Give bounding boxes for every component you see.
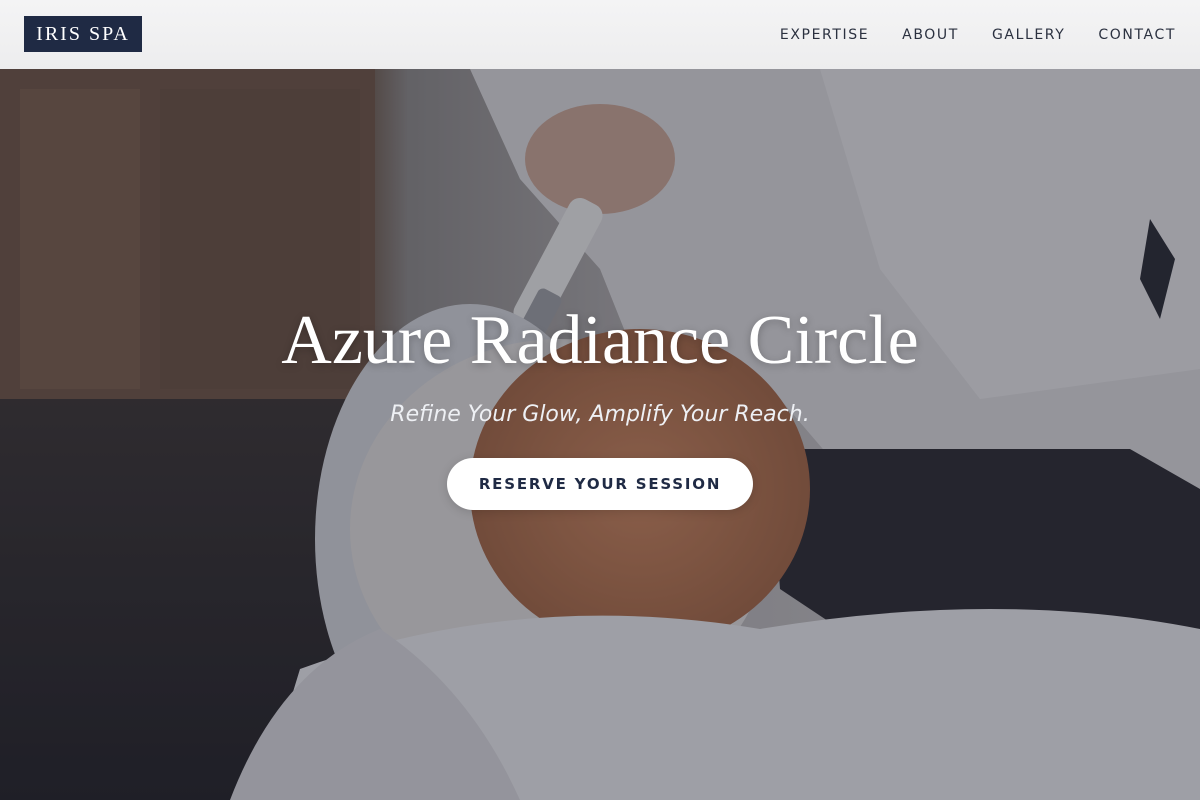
hero-subtitle: Refine Your Glow, Amplify Your Reach.: [390, 402, 810, 427]
main-nav: EXPERTISE ABOUT GALLERY CONTACT: [780, 0, 1176, 69]
logo[interactable]: IRIS SPA: [24, 16, 142, 52]
reserve-session-button[interactable]: RESERVE YOUR SESSION: [447, 458, 753, 510]
hero-section: Azure Radiance Circle Refine Your Glow, …: [0, 69, 1200, 800]
hero-content: Azure Radiance Circle Refine Your Glow, …: [0, 69, 1200, 800]
nav-link-gallery[interactable]: GALLERY: [992, 27, 1065, 43]
nav-link-expertise[interactable]: EXPERTISE: [780, 27, 869, 43]
nav-link-contact[interactable]: CONTACT: [1098, 27, 1176, 43]
site-header: IRIS SPA EXPERTISE ABOUT GALLERY CONTACT: [0, 0, 1200, 69]
nav-link-about[interactable]: ABOUT: [902, 27, 959, 43]
hero-title: Azure Radiance Circle: [281, 302, 919, 379]
